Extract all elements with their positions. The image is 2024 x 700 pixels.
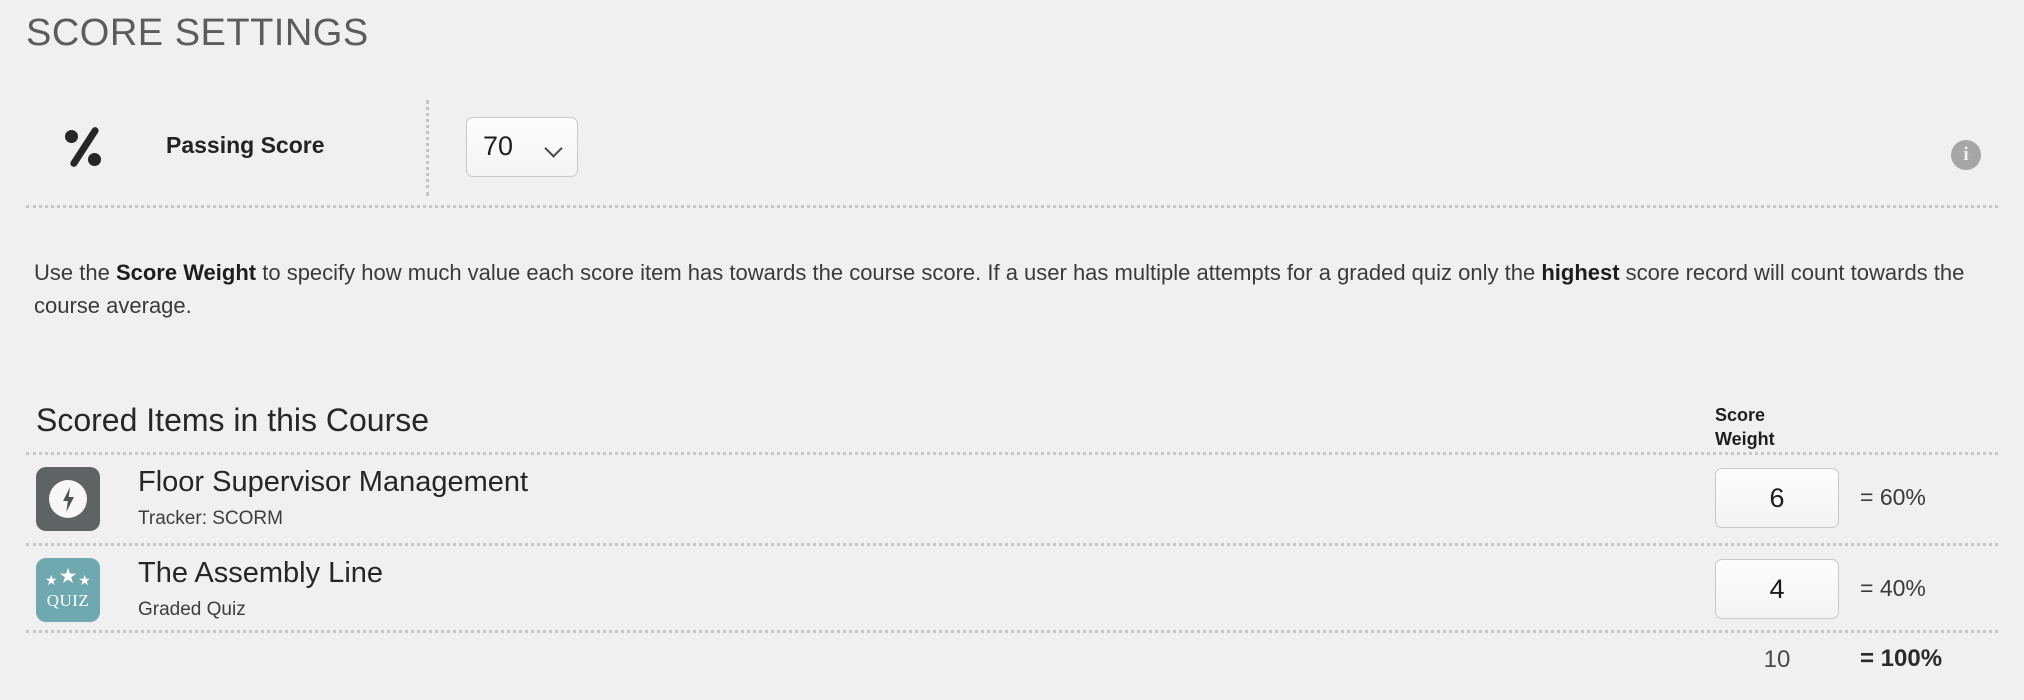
scorm-lightning-icon <box>36 467 100 531</box>
score-weight-header-line1: Score <box>1715 405 1766 425</box>
divider-under-row-2 <box>26 630 1998 633</box>
vertical-divider <box>426 100 429 196</box>
list-item-subtitle: Graded Quiz <box>138 599 246 620</box>
desc-part-2: to specify how much value each score ite… <box>256 260 1542 285</box>
desc-part-1: Use the <box>34 260 116 285</box>
percent-icon <box>58 120 110 172</box>
score-weight-percent: = 60% <box>1860 484 1926 510</box>
total-weight-value: 10 <box>1763 646 1791 673</box>
passing-score-row: Passing Score 70 <box>0 92 2024 204</box>
divider-under-passing-score <box>26 205 1998 208</box>
scored-items-heading: Scored Items in this Course <box>36 402 430 438</box>
quiz-stars-icon: ★★★ QUIZ <box>36 558 100 622</box>
desc-bold-highest: highest <box>1541 260 1620 285</box>
list-item-subtitle: Tracker: SCORM <box>138 508 283 529</box>
desc-bold-score-weight: Score Weight <box>115 260 257 285</box>
table-row[interactable]: Floor Supervisor Management Tracker: SCO… <box>0 455 2024 543</box>
chevron-down-icon <box>547 142 561 156</box>
score-weight-header-line2: Weight <box>1715 429 1775 449</box>
passing-score-label: Passing Score <box>166 132 325 158</box>
info-icon[interactable]: i <box>1951 140 1981 170</box>
passing-score-select[interactable]: 70 <box>466 117 578 177</box>
page-title: SCORE SETTINGS <box>26 12 369 54</box>
score-weight-column-header: Score Weight <box>1715 403 1835 451</box>
description-text: Use the Score Weight to specify how much… <box>34 256 1994 322</box>
score-weight-input[interactable]: 4 <box>1715 559 1839 619</box>
score-weight-percent: = 40% <box>1860 575 1926 601</box>
list-item-title: The Assembly Line <box>138 557 384 589</box>
score-settings-page: SCORE SETTINGS Passing Score 70 i Use th… <box>0 0 2024 700</box>
quiz-icon-label: QUIZ <box>46 591 90 610</box>
score-weight-input[interactable]: 6 <box>1715 468 1839 528</box>
table-row[interactable]: ★★★ QUIZ The Assembly Line Graded Quiz 4… <box>0 546 2024 634</box>
totals-row: 10 = 100% <box>0 638 2024 688</box>
total-percent-value: = 100% <box>1860 645 1943 672</box>
passing-score-value: 70 <box>483 131 514 161</box>
list-item-title: Floor Supervisor Management <box>138 466 529 498</box>
